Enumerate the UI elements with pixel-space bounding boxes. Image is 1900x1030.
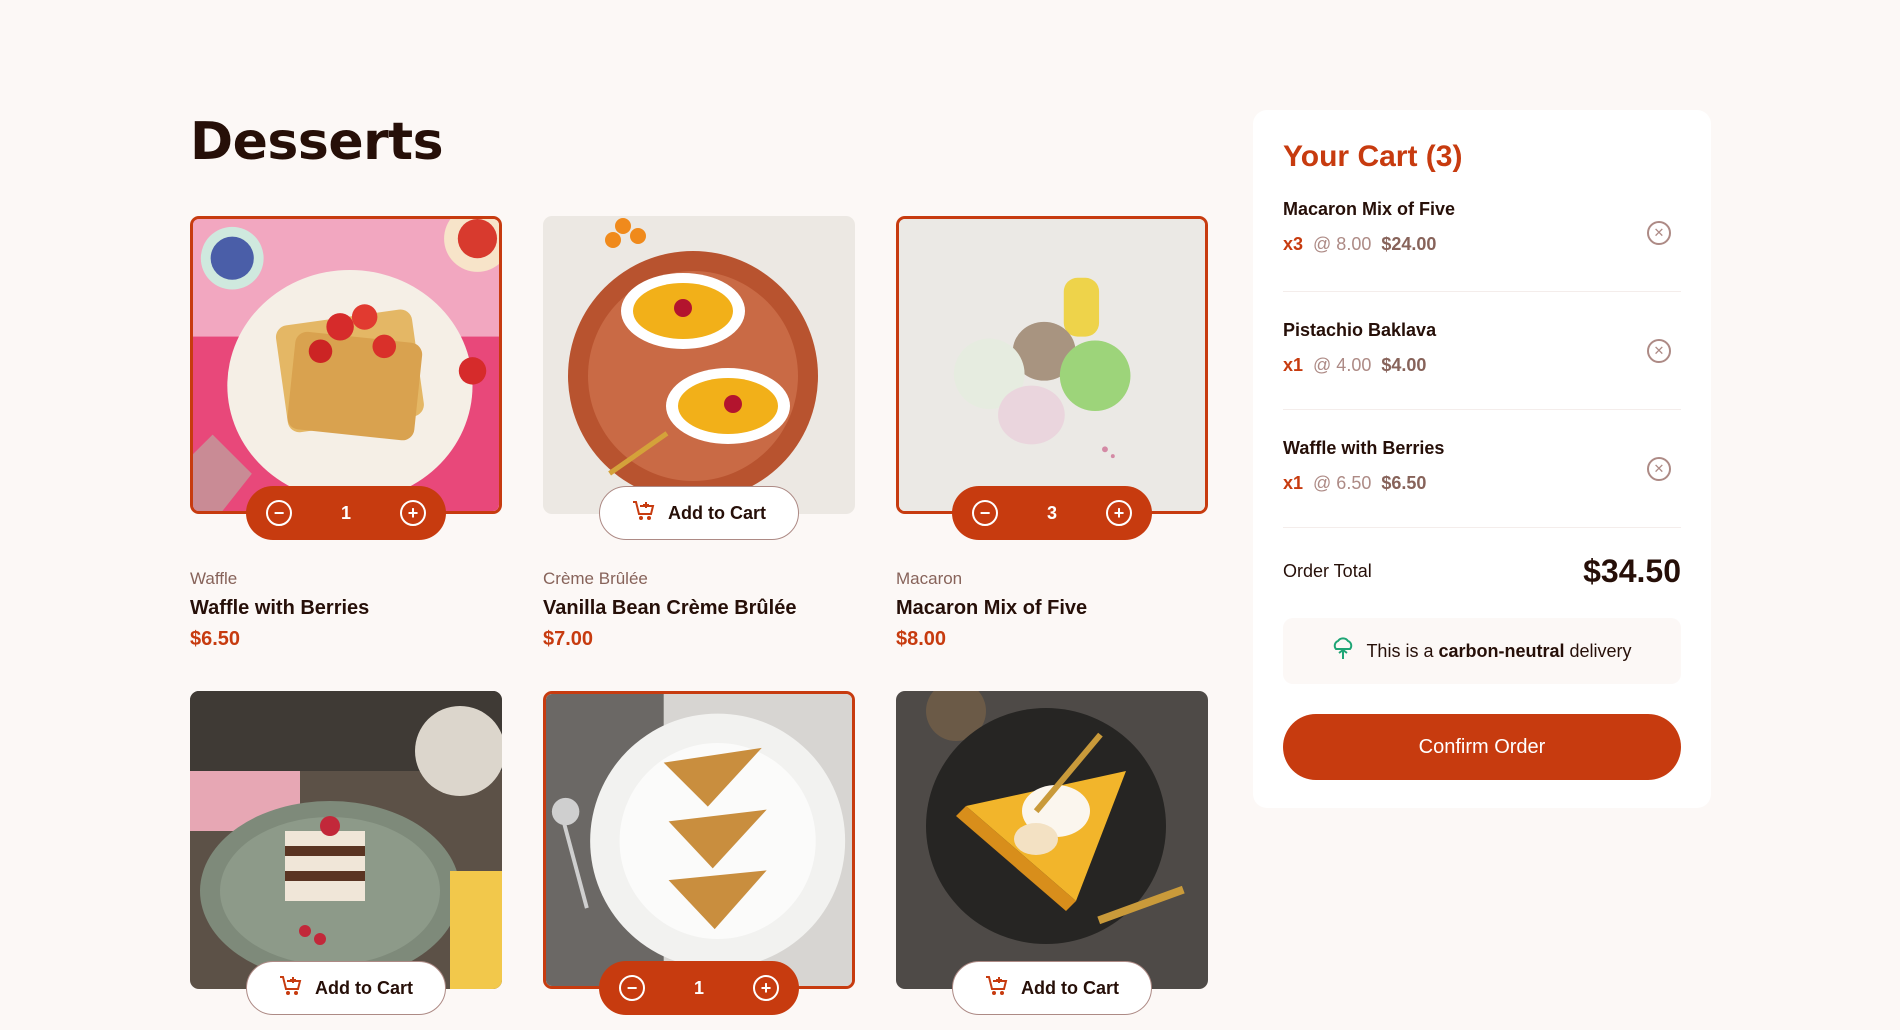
add-to-cart-button[interactable]: Add to Cart: [599, 486, 799, 540]
cart-item-total: $4.00: [1381, 355, 1427, 375]
product-card-creme-brulee: Add to Cart Crème Brûlée Vanilla Bean Cr…: [543, 216, 855, 651]
cart-item-name: Macaron Mix of Five: [1283, 199, 1456, 219]
creme-brulee-image: [543, 216, 855, 514]
product-card-waffle: − 1 + Waffle Waffle with Berries $6.50: [190, 216, 502, 651]
tree-icon: [1332, 636, 1354, 666]
cart-item-qty: x3: [1283, 234, 1304, 254]
order-total: Order Total $34.50: [1283, 548, 1681, 594]
cart-item-meta: x1 @ 4.00 $4.00: [1283, 355, 1681, 376]
carbon-bold: carbon-neutral: [1438, 640, 1565, 661]
order-total-value: $34.50: [1583, 552, 1681, 589]
remove-item-icon[interactable]: ✕: [1647, 220, 1671, 245]
order-total-label: Order Total: [1283, 560, 1372, 581]
product-image: Add to Cart: [190, 691, 502, 1015]
cart-panel: Your Cart (3) Macaron Mix of Five x3 @ 8…: [1253, 110, 1711, 808]
cart-icon: [632, 500, 656, 527]
product-name: Waffle with Berries: [190, 597, 370, 619]
decrement-button[interactable]: −: [619, 975, 645, 1001]
pie-image: [896, 691, 1208, 989]
product-category: Macaron: [896, 569, 963, 588]
cart-item-meta: x1 @ 6.50 $6.50: [1283, 473, 1681, 494]
product-category: Crème Brûlée: [543, 569, 648, 588]
cart-item-total: $6.50: [1381, 473, 1427, 493]
quantity-value: 1: [693, 977, 704, 998]
product-card-macaron: − 3 + Macaron Macaron Mix of Five $8.00: [896, 216, 1208, 651]
add-to-cart-label: Add to Cart: [315, 977, 413, 998]
decrement-button[interactable]: −: [972, 500, 998, 526]
cart-item-qty: x1: [1283, 355, 1304, 375]
product-image: − 1 +: [190, 216, 502, 540]
product-image: − 3 +: [896, 216, 1208, 540]
quantity-stepper: − 1 +: [246, 486, 446, 540]
product-name: Macaron Mix of Five: [896, 597, 1088, 619]
cart-title: Your Cart (3): [1283, 140, 1463, 173]
remove-item-icon[interactable]: ✕: [1647, 456, 1671, 481]
increment-button[interactable]: +: [752, 975, 779, 1001]
quantity-stepper: − 1 +: [599, 961, 799, 1015]
cart-item-unit-price: @ 6.50: [1313, 473, 1372, 493]
quantity-value: 1: [340, 502, 351, 523]
tiramisu-image: [190, 691, 502, 989]
decrement-button[interactable]: −: [266, 500, 292, 526]
product-image: Add to Cart: [896, 691, 1208, 1015]
carbon-prefix: This is a: [1366, 640, 1434, 661]
cart-item-total: $24.00: [1381, 234, 1437, 254]
confirm-order-button[interactable]: Confirm Order: [1283, 714, 1681, 780]
product-price: $8.00: [896, 628, 947, 650]
cart-icon: [985, 975, 1009, 1002]
baklava-image: [543, 691, 855, 989]
increment-button[interactable]: +: [1105, 500, 1132, 526]
carbon-suffix: delivery: [1569, 640, 1632, 661]
product-card-pie: Add to Cart: [896, 691, 1208, 1015]
cart-item-qty: x1: [1283, 473, 1304, 493]
quantity-stepper: − 3 +: [952, 486, 1152, 540]
add-to-cart-label: Add to Cart: [668, 502, 766, 523]
cart-item-name: Waffle with Berries: [1283, 438, 1445, 458]
cart-item-unit-price: @ 4.00: [1313, 355, 1372, 375]
add-to-cart-button[interactable]: Add to Cart: [246, 961, 446, 1015]
cart-item-unit-price: @ 8.00: [1313, 234, 1372, 254]
add-to-cart-button[interactable]: Add to Cart: [952, 961, 1152, 1015]
product-image: − 1 +: [543, 691, 855, 1015]
product-card-baklava: − 1 +: [543, 691, 855, 1015]
quantity-value: 3: [1046, 502, 1057, 523]
product-category: Waffle: [190, 569, 238, 588]
product-name: Vanilla Bean Crème Brûlée: [543, 597, 797, 619]
cart-item-name: Pistachio Baklava: [1283, 320, 1437, 340]
cart-item-meta: x3 @ 8.00 $24.00: [1283, 234, 1681, 255]
product-price: $7.00: [543, 628, 594, 650]
cart-icon: [279, 975, 303, 1002]
product-image: Add to Cart: [543, 216, 855, 540]
cart-item: Pistachio Baklava x1 @ 4.00 $4.00 ✕: [1283, 292, 1681, 410]
page-title: Desserts: [190, 112, 444, 172]
carbon-neutral-notice: This is a carbon-neutral delivery: [1283, 618, 1681, 684]
macaron-image: [896, 216, 1208, 514]
increment-button[interactable]: +: [399, 500, 426, 526]
remove-item-icon[interactable]: ✕: [1647, 338, 1671, 363]
add-to-cart-label: Add to Cart: [1021, 977, 1119, 998]
product-price: $6.50: [190, 628, 241, 650]
cart-item: Macaron Mix of Five x3 @ 8.00 $24.00 ✕: [1283, 174, 1681, 292]
cart-item: Waffle with Berries x1 @ 6.50 $6.50 ✕: [1283, 410, 1681, 528]
waffle-image: [190, 216, 502, 514]
carbon-text: This is a carbon-neutral delivery: [1366, 641, 1631, 662]
product-card-tiramisu: Add to Cart: [190, 691, 502, 1015]
